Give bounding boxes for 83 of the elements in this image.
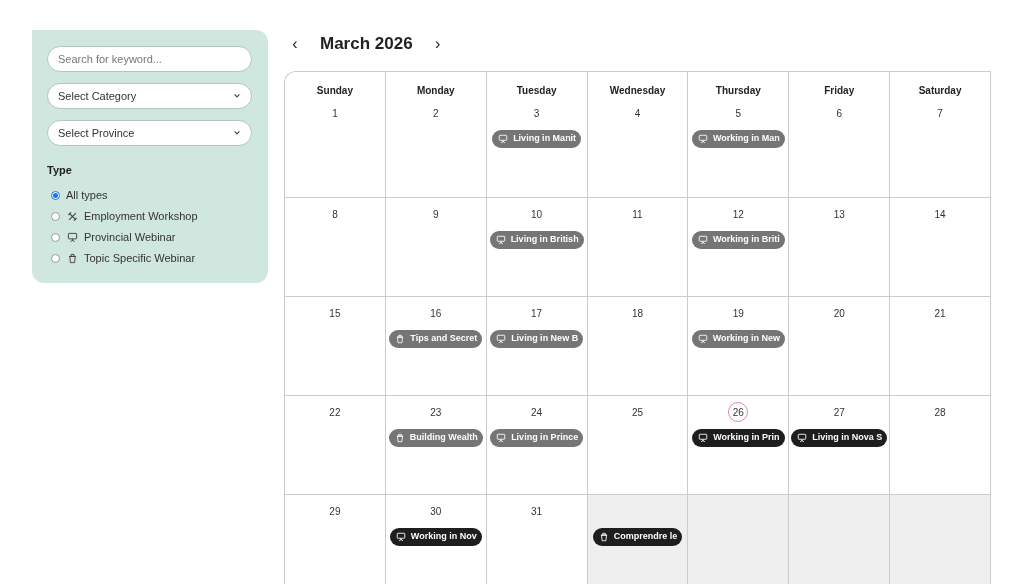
radio-label[interactable]: Topic Specific Webinar [84,250,196,267]
event-pill[interactable]: Living in Nova S [791,429,888,447]
weekday-label: Friday [824,84,855,97]
monitor-icon [496,334,507,344]
day-number: 11 [631,207,644,222]
monitor-icon [496,433,507,443]
day-number: 12 [731,207,745,222]
day-number: 7 [936,106,944,121]
day-number: 22 [328,405,342,420]
day-number: 30 [429,504,443,519]
chevron-down-icon [233,92,241,100]
month-title: March 2026 [320,33,413,56]
monitor-icon [697,235,708,245]
event-pill[interactable]: Working in Briti [691,231,785,249]
weekday-label: Saturday [918,84,962,97]
event-pill[interactable]: Living in New B [490,330,584,348]
weekday-label: Monday [416,84,455,97]
event-pill[interactable]: Working in Nov [389,528,482,546]
weekday-label: Wednesday [609,84,666,97]
event-pill[interactable]: Living in Prince [490,429,584,447]
event-pill[interactable]: Tips and Secret [389,330,483,348]
weekday-label: Thursday [715,84,761,97]
monitor-icon [395,532,406,542]
weekday-label: Sunday [316,84,353,97]
cup-icon [67,253,78,264]
day-number: 2 [432,106,440,121]
search-field[interactable]: Search for keyword... [47,46,252,72]
monitor-icon [498,134,509,144]
monitor-icon [495,235,506,245]
day-number: 4 [633,106,642,121]
radio-label[interactable]: Employment Workshop [84,208,198,225]
event-pill[interactable]: Building Wealth [388,429,483,447]
day-number: 1 [331,106,339,121]
day-number: 3 [532,106,541,121]
previous-month-button[interactable]: ‹ [288,32,302,56]
day-number: 29 [328,504,342,519]
cup-icon [394,433,405,443]
cup-icon [395,334,406,344]
event-pill[interactable]: Living in Manit [492,130,582,148]
radio-label[interactable]: Provincial Webinar [84,229,176,246]
select-dropdown[interactable]: Select Category [47,83,252,109]
day-number: 23 [429,405,443,420]
day-number: 9 [432,207,440,222]
radio-button[interactable] [51,254,60,263]
day-number: 25 [630,405,645,420]
day-number: 16 [429,306,443,321]
radio-button[interactable] [51,233,60,242]
day-number: 24 [530,405,544,420]
day-number: 5 [734,106,743,121]
monitor-icon [67,232,78,243]
day-number: 20 [832,306,846,321]
event-pill[interactable]: Working in Prin [692,429,785,447]
day-number: 6 [835,106,843,121]
tools-icon [67,211,78,222]
next-month-button[interactable]: › [430,32,445,56]
day-number: 21 [933,306,947,321]
day-number: 14 [933,207,947,222]
type-heading: Type [47,163,73,178]
event-pill[interactable]: Living in British [489,231,584,249]
day-number: 8 [331,207,339,222]
select-dropdown[interactable]: Select Province [47,120,252,146]
event-pill[interactable]: Working in Man [691,130,785,148]
day-number: 18 [630,306,645,321]
day-number: 27 [832,405,846,420]
day-number: 19 [731,306,745,321]
monitor-icon [697,134,708,144]
day-number: 31 [530,504,544,519]
radio-button[interactable] [51,191,60,200]
monitor-icon [797,433,808,443]
day-number: 17 [530,306,544,321]
weekday-label: Tuesday [516,84,557,97]
day-number: 15 [328,306,342,321]
day-number: 10 [530,207,544,222]
monitor-icon [698,433,709,443]
day-number: 13 [832,207,846,222]
event-pill[interactable]: Working in New [691,330,785,348]
cup-icon [598,532,609,542]
chevron-down-icon [233,129,241,137]
radio-button[interactable] [51,212,60,221]
day-number: 28 [933,405,947,420]
monitor-icon [697,334,708,344]
event-pill[interactable]: Comprendre le [592,528,683,546]
radio-label[interactable]: All types [66,187,108,204]
